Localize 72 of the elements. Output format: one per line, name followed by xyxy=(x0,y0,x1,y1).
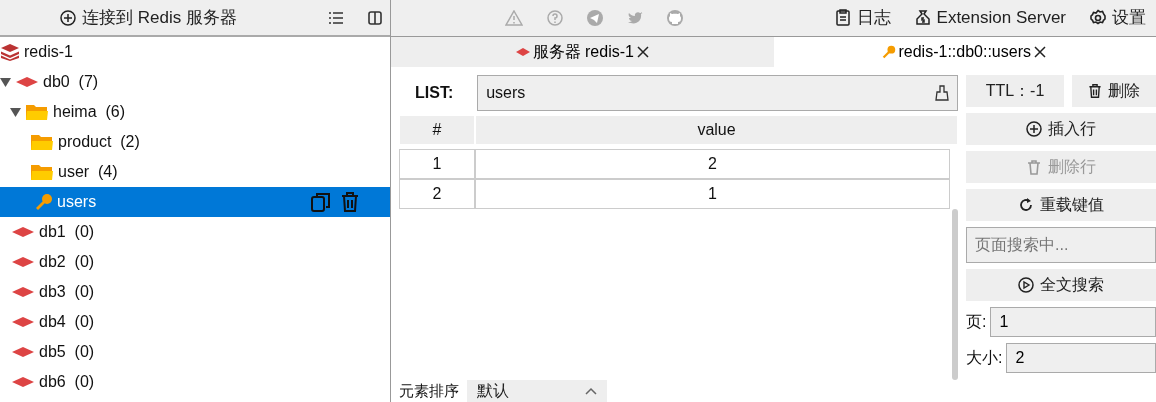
tree-item[interactable]: db6 (0) xyxy=(0,367,390,397)
tree-item[interactable]: user (4) xyxy=(0,157,390,187)
chevron-up-icon xyxy=(585,387,597,395)
copy-icon[interactable] xyxy=(310,191,332,213)
page-field[interactable]: 1 xyxy=(990,307,1156,337)
add-circle-icon xyxy=(1026,121,1042,137)
settings-icon xyxy=(1090,9,1106,27)
database-icon xyxy=(15,76,39,88)
table-cell: 1 xyxy=(475,179,950,209)
caret-down-icon[interactable] xyxy=(0,77,11,87)
split-panel-icon[interactable] xyxy=(368,10,382,25)
clipboard-icon xyxy=(834,9,851,27)
database-icon xyxy=(11,256,35,268)
database-icon xyxy=(11,346,35,358)
database-icon xyxy=(11,376,35,388)
sort-label: 元素排序 xyxy=(399,380,459,401)
key-icon xyxy=(35,193,53,211)
table-cell: 2 xyxy=(475,149,950,179)
add-circle-icon xyxy=(60,9,76,26)
folder-icon xyxy=(30,132,54,152)
stack-icon xyxy=(0,43,20,61)
column-header: value xyxy=(475,115,958,145)
database-icon xyxy=(514,47,531,57)
toolbar-link[interactable]: Extension Server xyxy=(914,5,1066,31)
tab[interactable]: 服务器 redis-1 xyxy=(391,37,774,67)
tree-item[interactable]: db4 (0) xyxy=(0,307,390,337)
size-field[interactable]: 2 xyxy=(1006,343,1156,373)
tree-item[interactable]: db2 (0) xyxy=(0,247,390,277)
sort-select[interactable]: 默认 xyxy=(467,380,607,402)
list-icon[interactable] xyxy=(328,10,344,25)
cat-icon[interactable] xyxy=(667,10,683,26)
key-icon xyxy=(882,45,897,59)
fulltext-search-button[interactable]: 全文搜索 xyxy=(966,269,1156,301)
caret-down-icon[interactable] xyxy=(10,107,21,117)
key-name-field[interactable]: users xyxy=(477,75,958,111)
trash-icon[interactable] xyxy=(340,191,360,213)
column-header: # xyxy=(399,115,475,145)
tree-item[interactable]: redis-1 xyxy=(0,37,390,67)
delete-button[interactable]: 删除 xyxy=(1072,75,1156,107)
tree-item[interactable]: product (2) xyxy=(0,127,390,157)
action-button[interactable]: 插入行 xyxy=(966,113,1156,145)
table-cell: 1 xyxy=(399,149,475,179)
close-icon[interactable] xyxy=(635,45,650,59)
reload-icon xyxy=(1018,197,1034,213)
close-icon[interactable] xyxy=(1033,45,1047,59)
tree-item[interactable]: db5 (0) xyxy=(0,337,390,367)
paper-plane-icon[interactable] xyxy=(587,10,603,26)
action-button[interactable]: 重载键值 xyxy=(966,189,1156,221)
bag-icon xyxy=(914,9,931,27)
play-circle-icon xyxy=(1018,277,1034,293)
tree-item[interactable]: db0 (7) xyxy=(0,67,390,97)
folder-icon xyxy=(25,102,49,122)
database-icon xyxy=(11,286,35,298)
key-type-label: LIST: xyxy=(414,83,455,103)
trash-icon xyxy=(1026,159,1042,175)
page-label: 页: xyxy=(966,312,987,332)
toolbar-link[interactable]: 日志 xyxy=(834,5,891,31)
tree-item[interactable]: db3 (0) xyxy=(0,277,390,307)
table-cell: 2 xyxy=(399,179,475,209)
search-field[interactable]: 页面搜索中... xyxy=(966,227,1156,263)
folder-icon xyxy=(30,162,54,182)
size-label: 大小: xyxy=(966,348,1003,368)
tree-item[interactable]: heima (6) xyxy=(0,97,390,127)
tree-item[interactable]: users xyxy=(0,187,390,217)
trash-icon xyxy=(1088,83,1102,99)
broom-icon[interactable] xyxy=(935,85,949,101)
scrollbar[interactable] xyxy=(952,209,958,380)
database-icon xyxy=(11,226,35,238)
toolbar-link[interactable]: 设置 xyxy=(1090,5,1146,31)
ttl-label: TTL：-1 xyxy=(966,75,1064,107)
database-icon xyxy=(11,316,35,328)
tree-item[interactable]: db1 (0) xyxy=(0,217,390,247)
